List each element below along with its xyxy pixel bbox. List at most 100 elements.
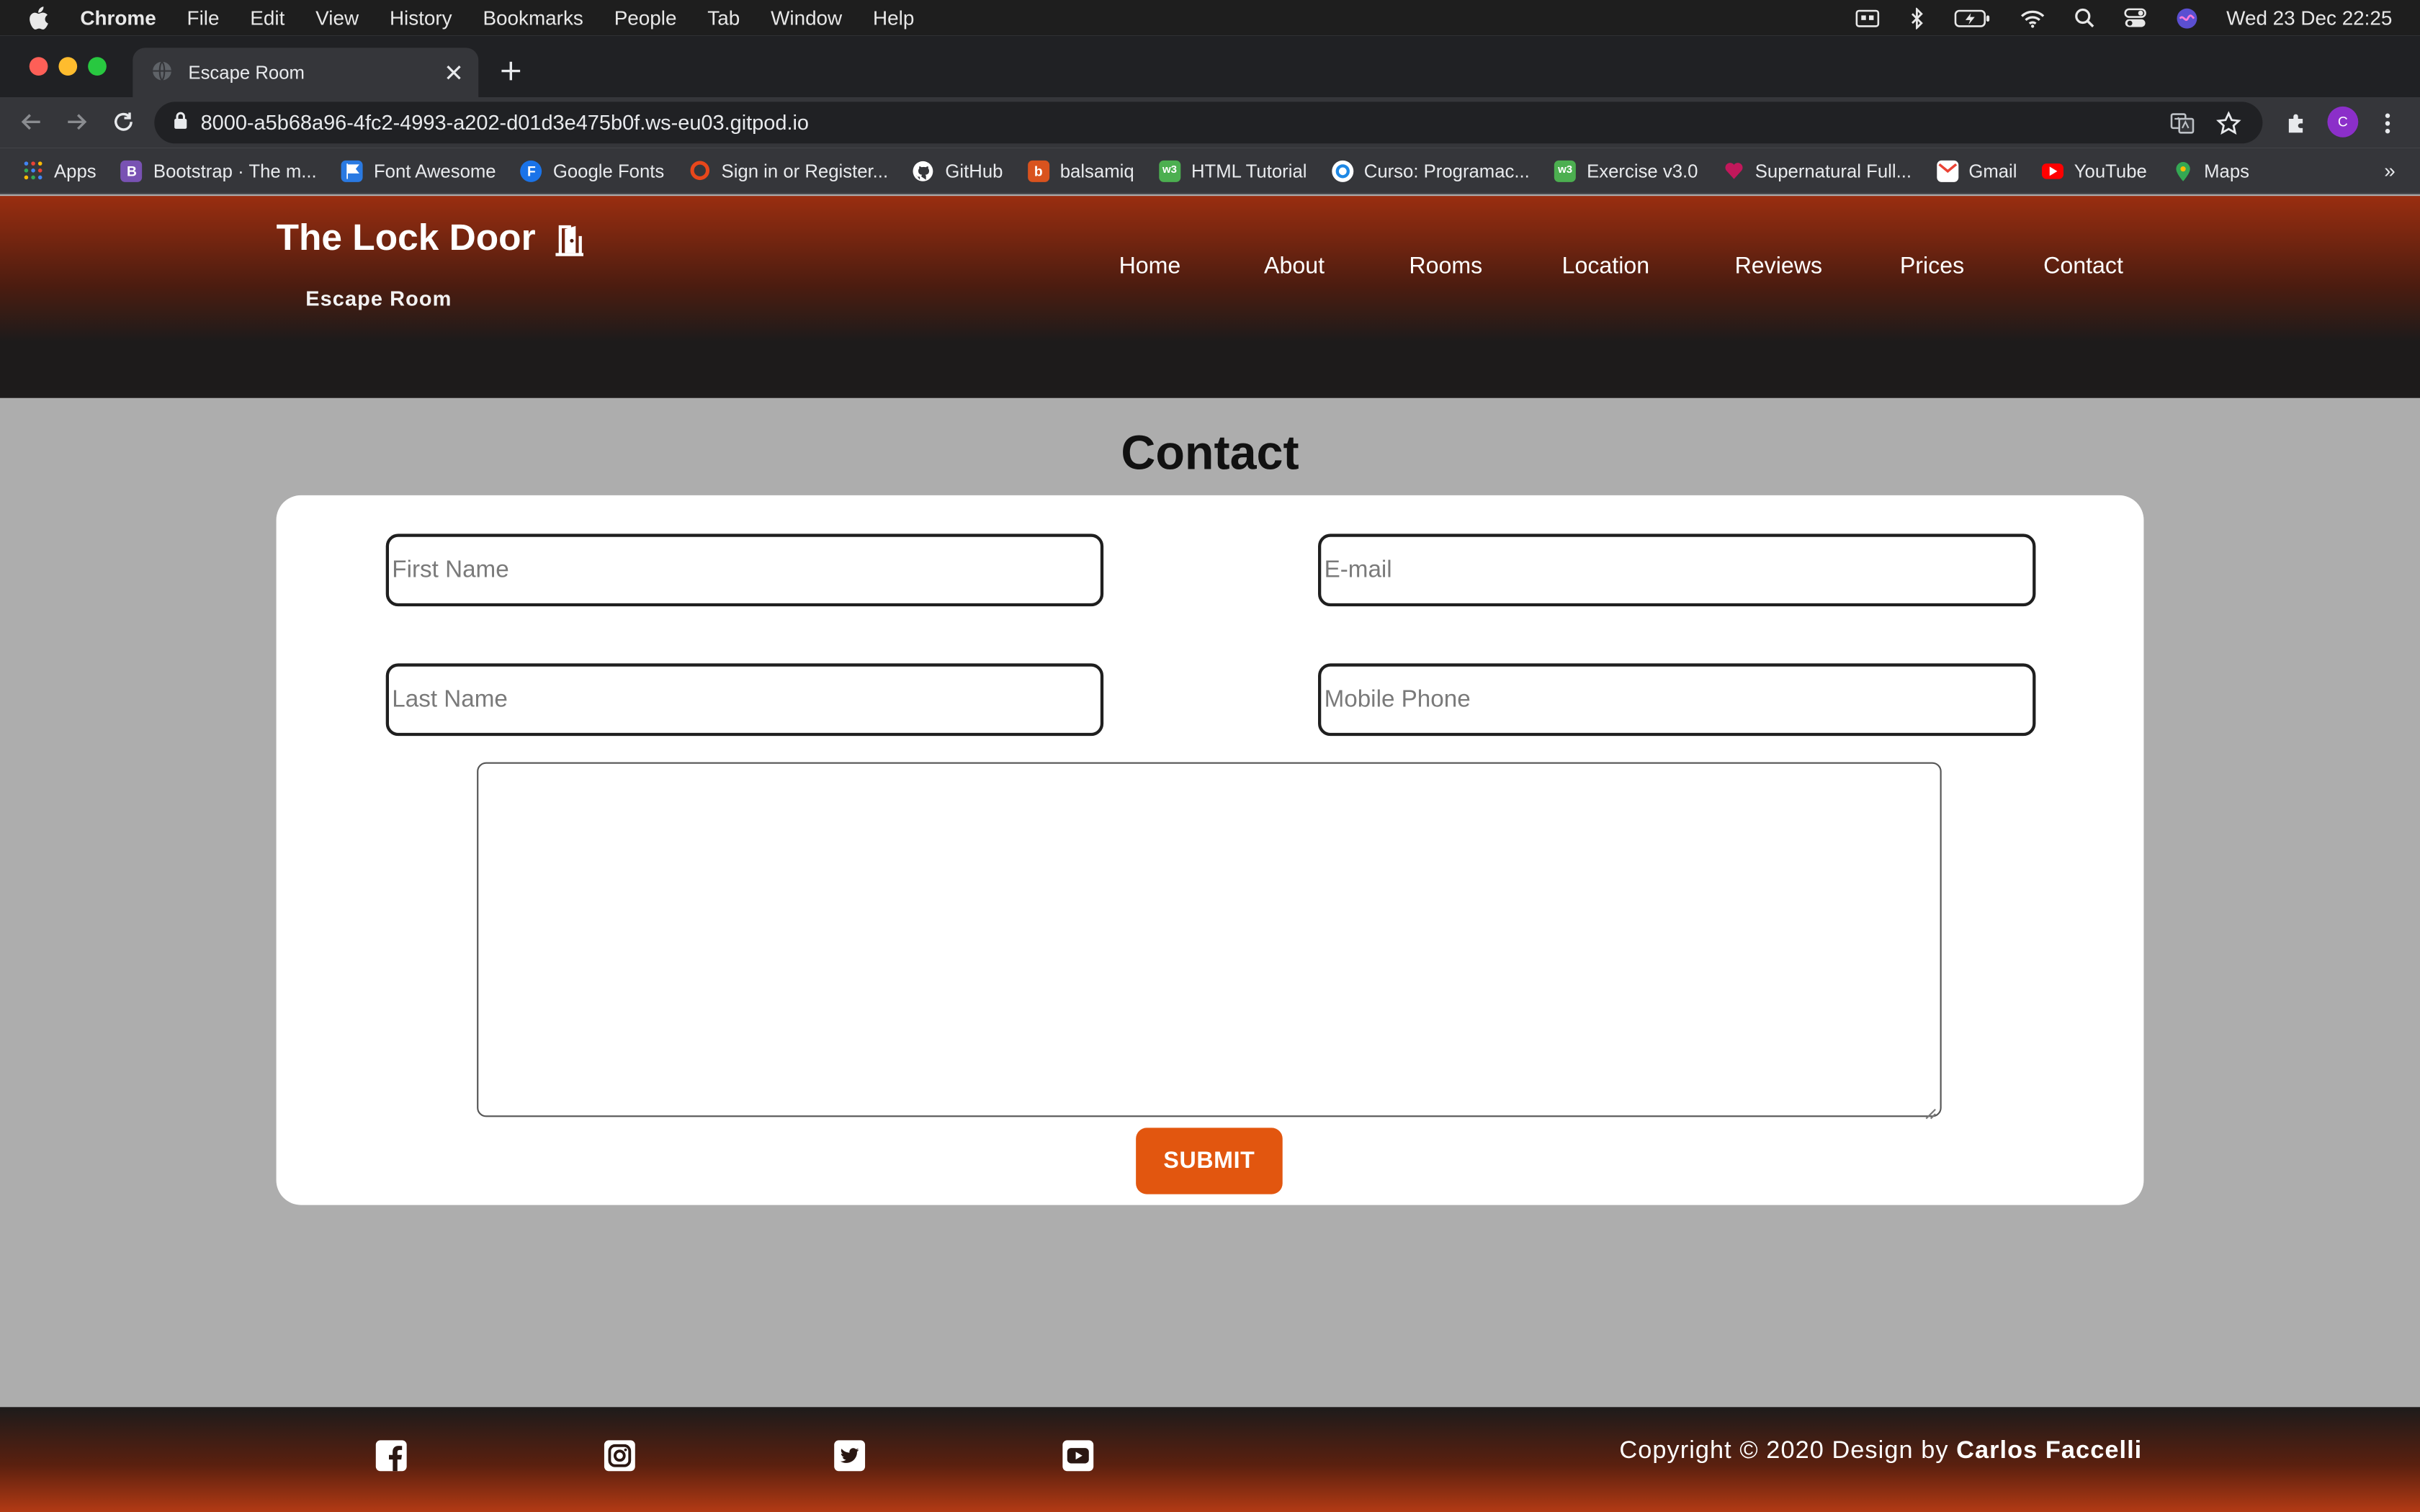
- heart-icon: [1723, 160, 1744, 181]
- price-fragment: ▔▔▔ ▔▔▔ ▔▔▔▔▔: [856, 196, 1134, 215]
- first-name-input[interactable]: First Name: [385, 534, 1104, 607]
- site-footer: Copyright © 2020 Design by Carlos Faccel…: [0, 1407, 2420, 1512]
- bookmark-apps[interactable]: Apps: [22, 160, 97, 181]
- spotlight-search-icon[interactable]: [2074, 8, 2094, 28]
- nav-prices[interactable]: Prices: [1900, 253, 1964, 279]
- course-icon: [1331, 159, 1353, 181]
- bookmark-github[interactable]: GitHub: [913, 160, 1003, 181]
- tab-close-icon[interactable]: [442, 60, 466, 85]
- bookmark-sign-in[interactable]: Sign in or Register...: [689, 160, 888, 181]
- price-fragment: ▔▔▔ ▔▔▔ ▔▔▔▔▔: [1792, 196, 2070, 215]
- nav-reviews[interactable]: Reviews: [1735, 253, 1822, 279]
- scrolled-price-fragments: ▔▔▔ ▔▔▔ ▔▔▔▔▔ ▔▔▔ ▔▔▔ ▔▔▔▔▔ ▔▔▔ ▔▔▔ ▔▔▔▔…: [0, 196, 2420, 213]
- site-header: ▔▔▔ ▔▔▔ ▔▔▔▔▔ ▔▔▔ ▔▔▔ ▔▔▔▔▔ ▔▔▔ ▔▔▔ ▔▔▔▔…: [0, 196, 2420, 398]
- bookmark-maps[interactable]: Maps: [2172, 160, 2249, 181]
- nav-rooms[interactable]: Rooms: [1409, 253, 1482, 279]
- nav-about[interactable]: About: [1264, 253, 1325, 279]
- last-name-input[interactable]: Last Name: [385, 663, 1104, 737]
- wifi-icon[interactable]: [2020, 9, 2044, 27]
- bookmark-label: GitHub: [945, 159, 1003, 181]
- keyboard-icon[interactable]: [1855, 9, 1879, 27]
- instagram-icon[interactable]: [602, 1438, 636, 1472]
- bookmark-curso[interactable]: Curso: Programac...: [1331, 159, 1530, 181]
- window-zoom-button[interactable]: [88, 57, 107, 76]
- forward-arrow-icon[interactable]: [65, 109, 89, 134]
- bookmark-youtube[interactable]: YouTube: [2041, 160, 2147, 181]
- translate-icon[interactable]: [2170, 110, 2195, 135]
- submit-button[interactable]: SUBMIT: [1136, 1128, 1283, 1194]
- bookmark-html-tutorial[interactable]: w3 HTML Tutorial: [1158, 159, 1307, 181]
- youtube-icon[interactable]: [1060, 1438, 1094, 1472]
- twitter-icon[interactable]: [832, 1438, 866, 1472]
- chrome-menu-kebab-icon[interactable]: [2374, 109, 2402, 138]
- reload-icon[interactable]: [111, 109, 135, 134]
- menu-file[interactable]: File: [187, 6, 220, 30]
- bootstrap-icon: B: [120, 159, 143, 181]
- control-center-icon[interactable]: [2123, 8, 2146, 28]
- url-text[interactable]: 8000-a5b68a96-4fc2-4993-a202-d01d3e475b0…: [201, 111, 2170, 134]
- door-open-icon: [551, 220, 588, 257]
- bookmark-gmail[interactable]: Gmail: [1936, 159, 2017, 181]
- new-tab-icon[interactable]: [497, 57, 525, 85]
- apple-menu-icon[interactable]: [28, 6, 53, 30]
- lock-icon[interactable]: [173, 111, 188, 134]
- menu-edit[interactable]: Edit: [250, 6, 284, 30]
- menu-tab[interactable]: Tab: [707, 6, 740, 30]
- window-close-button[interactable]: [29, 57, 48, 76]
- apps-grid-icon: [22, 160, 43, 181]
- nav-contact[interactable]: Contact: [2043, 253, 2123, 279]
- browser-tabstrip: Escape Room: [0, 35, 2420, 97]
- author-name[interactable]: Carlos Faccelli: [1956, 1438, 2142, 1464]
- nav-home[interactable]: Home: [1119, 253, 1181, 279]
- contact-form: First Name E-mail Last Name Mobile Phone…: [276, 495, 2144, 1205]
- menu-history[interactable]: History: [390, 6, 452, 30]
- profile-avatar[interactable]: C: [2327, 106, 2359, 138]
- siri-icon[interactable]: [2175, 7, 2197, 29]
- extensions-puzzle-icon[interactable]: [2282, 109, 2311, 138]
- bookmark-label: Google Fonts: [552, 159, 665, 181]
- w3schools-icon: w3: [1554, 159, 1577, 181]
- bookmark-google-fonts[interactable]: F Google Fonts: [520, 159, 665, 181]
- menu-view[interactable]: View: [315, 6, 359, 30]
- address-bar[interactable]: 8000-a5b68a96-4fc2-4993-a202-d01d3e475b0…: [154, 102, 2263, 144]
- back-arrow-icon[interactable]: [19, 109, 43, 134]
- bookmark-label: Gmail: [1968, 159, 2017, 181]
- bookmark-label: Curso: Programac...: [1363, 159, 1530, 181]
- message-textarea[interactable]: [477, 762, 1942, 1120]
- menu-bookmarks[interactable]: Bookmarks: [483, 6, 583, 30]
- menu-app-name[interactable]: Chrome: [80, 6, 156, 30]
- nav-location[interactable]: Location: [1562, 253, 1650, 279]
- screen: Chrome File Edit View History Bookmarks …: [0, 0, 2420, 1512]
- battery-icon[interactable]: [1953, 9, 1990, 27]
- window-minimize-button[interactable]: [58, 57, 78, 76]
- bookmark-balsamiq[interactable]: b balsamiq: [1027, 159, 1134, 181]
- bookmark-label: Exercise v3.0: [1587, 159, 1698, 181]
- bookmarks-overflow-icon[interactable]: »: [2384, 159, 2396, 182]
- facebook-icon[interactable]: [374, 1438, 408, 1472]
- w3schools-icon: w3: [1158, 159, 1180, 181]
- youtube-icon: [2041, 163, 2063, 179]
- mobile-phone-input[interactable]: Mobile Phone: [1318, 663, 2036, 737]
- bluetooth-icon[interactable]: [1909, 6, 1924, 29]
- bookmark-bootstrap[interactable]: B Bootstrap · The m...: [120, 159, 317, 181]
- menubar-clock[interactable]: Wed 23 Dec 22:25: [2226, 6, 2392, 30]
- ring-icon: [689, 160, 711, 181]
- email-input[interactable]: E-mail: [1318, 534, 2036, 607]
- bookmark-label: Font Awesome: [373, 159, 496, 181]
- bookmark-star-icon[interactable]: [2216, 110, 2241, 135]
- menu-window[interactable]: Window: [771, 6, 842, 30]
- flag-icon: [341, 159, 363, 181]
- browser-tab-active[interactable]: Escape Room: [133, 48, 479, 97]
- bookmark-supernatural[interactable]: Supernatural Full...: [1723, 160, 1912, 181]
- menu-people[interactable]: People: [614, 6, 677, 30]
- price-fragment: ▔▔▔ ▔▔▔ ▔▔▔▔▔: [389, 196, 667, 215]
- bookmark-label: Bootstrap · The m...: [153, 159, 317, 181]
- bookmark-font-awesome[interactable]: Font Awesome: [341, 159, 496, 181]
- bookmark-exercise[interactable]: w3 Exercise v3.0: [1554, 159, 1698, 181]
- browser-toolbar: 8000-a5b68a96-4fc2-4993-a202-d01d3e475b0…: [0, 97, 2420, 148]
- tab-title: Escape Room: [188, 61, 305, 84]
- menu-help[interactable]: Help: [873, 6, 914, 30]
- gmail-icon: [1936, 159, 1958, 181]
- copyright-prefix: Copyright © 2020 Design by: [1619, 1438, 1957, 1464]
- resize-grip-icon[interactable]: [1924, 1100, 1937, 1120]
